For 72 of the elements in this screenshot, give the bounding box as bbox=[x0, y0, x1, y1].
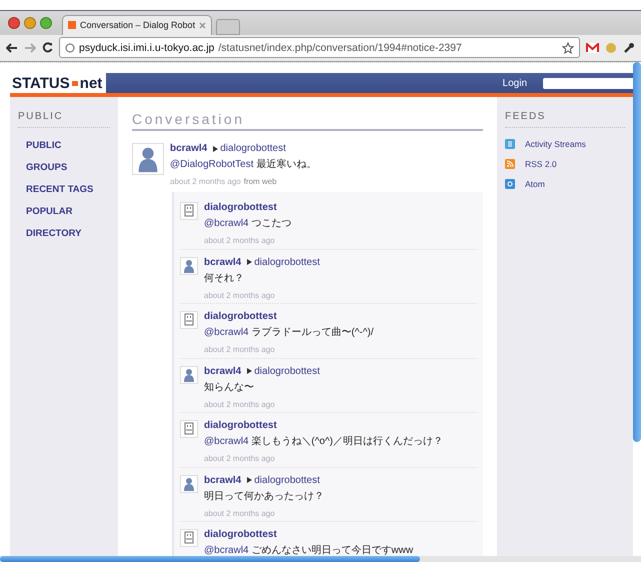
address-bar[interactable]: psyduck.isi.imi.i.u-tokyo.ac.jp /statusnet/index.php/conversation/1994#notice-2397 bbox=[59, 37, 580, 58]
mention-link[interactable]: @bcrawl4 bbox=[204, 327, 249, 338]
zoom-window-button[interactable] bbox=[40, 16, 52, 29]
star-icon[interactable] bbox=[562, 42, 574, 54]
author-link[interactable]: dialogrobottest bbox=[204, 311, 277, 322]
site-logo[interactable]: STATUS net bbox=[10, 73, 106, 93]
sidebar-link[interactable]: POPULAR bbox=[18, 201, 118, 223]
forward-icon[interactable] bbox=[24, 42, 36, 53]
new-tab-button[interactable] bbox=[216, 18, 240, 35]
back-icon[interactable] bbox=[6, 42, 18, 53]
triangle-icon bbox=[247, 259, 252, 265]
globe-icon bbox=[65, 42, 75, 53]
mention-link[interactable]: @bcrawl4 bbox=[204, 218, 249, 229]
robot-avatar-icon bbox=[180, 311, 198, 329]
author-link[interactable]: dialogrobottest bbox=[204, 529, 277, 540]
feed-link[interactable]: Activity Streams bbox=[505, 135, 633, 155]
sidebar-link[interactable]: DIRECTORY bbox=[18, 223, 118, 245]
close-window-button[interactable] bbox=[8, 16, 20, 29]
feed-icon bbox=[505, 139, 515, 149]
mail-icon[interactable] bbox=[586, 42, 599, 53]
minimize-window-button[interactable] bbox=[24, 16, 36, 29]
triangle-icon bbox=[247, 477, 252, 483]
triangle-icon bbox=[247, 368, 252, 374]
feed-link[interactable]: RSS 2.0 bbox=[505, 155, 633, 175]
sidebar-link[interactable]: GROUPS bbox=[18, 157, 118, 179]
notice-text: 知らんな〜 bbox=[204, 380, 255, 394]
sidebar-link[interactable]: RECENT TAGS bbox=[18, 179, 118, 201]
author-link[interactable]: bcrawl4 bbox=[204, 366, 242, 376]
sidebar-link[interactable]: PUBLIC bbox=[18, 135, 118, 157]
mention-link[interactable]: @DialogRobotTest bbox=[170, 159, 254, 170]
author-link[interactable]: dialogrobottest bbox=[204, 202, 277, 213]
author-link[interactable]: bcrawl4 bbox=[204, 474, 242, 486]
notice-text: @DialogRobotTest 最近寒いね。 bbox=[170, 158, 316, 171]
mention-link[interactable]: @bcrawl4 bbox=[204, 436, 249, 447]
recipient-link[interactable]: dialogrobottest bbox=[213, 143, 286, 154]
user-avatar-icon bbox=[180, 474, 198, 492]
notice-text: @bcrawl4 楽しもうね＼(^o^)／明日は行くんだっけ？ bbox=[204, 435, 443, 448]
favicon-icon bbox=[68, 21, 76, 30]
user-avatar-icon bbox=[132, 143, 164, 175]
notice-text: @bcrawl4 ごめんなさい明日って今日ですwww bbox=[204, 544, 414, 557]
user-avatar-icon bbox=[180, 366, 198, 384]
notice-text: @bcrawl4 ラブラドールって曲〜(^-^)/ bbox=[204, 326, 374, 339]
source-text: from web bbox=[244, 177, 277, 186]
atom-icon bbox=[505, 179, 515, 189]
login-link[interactable]: Login bbox=[502, 78, 527, 88]
feeds-heading: FEEDS bbox=[505, 111, 625, 128]
sidebar-heading: PUBLIC bbox=[18, 111, 110, 128]
user-avatar-icon bbox=[180, 256, 198, 274]
notice-text: 明日って何かあったっけ？ bbox=[204, 490, 324, 502]
search-field[interactable] bbox=[543, 78, 633, 88]
author-link[interactable]: bcrawl4 bbox=[170, 143, 208, 154]
recipient-link[interactable]: dialogrobottest bbox=[247, 366, 320, 376]
triangle-icon bbox=[213, 146, 218, 152]
horizontal-scrollbar[interactable] bbox=[0, 556, 641, 562]
page-title: Conversation bbox=[132, 111, 483, 131]
wrench-icon[interactable] bbox=[623, 42, 635, 54]
feed-link[interactable]: Atom bbox=[505, 175, 633, 195]
author-link[interactable]: dialogrobottest bbox=[204, 420, 277, 431]
reload-icon[interactable] bbox=[42, 42, 53, 54]
browser-tab[interactable]: Conversation – Dialog Robot bbox=[62, 14, 212, 35]
robot-avatar-icon bbox=[180, 420, 198, 438]
close-icon[interactable] bbox=[199, 22, 206, 29]
robot-avatar-icon bbox=[180, 202, 198, 220]
author-link[interactable]: bcrawl4 bbox=[204, 256, 242, 268]
mention-link[interactable]: @bcrawl4 bbox=[204, 545, 249, 556]
recipient-link[interactable]: dialogrobottest bbox=[247, 256, 320, 268]
robot-avatar-icon bbox=[180, 529, 198, 547]
vertical-scrollbar[interactable] bbox=[633, 62, 641, 442]
recipient-link[interactable]: dialogrobottest bbox=[247, 474, 320, 486]
notice-text: @bcrawl4 つこたつ bbox=[204, 217, 292, 230]
notice-text: 何それ？ bbox=[204, 272, 245, 284]
rss-icon bbox=[505, 159, 515, 169]
